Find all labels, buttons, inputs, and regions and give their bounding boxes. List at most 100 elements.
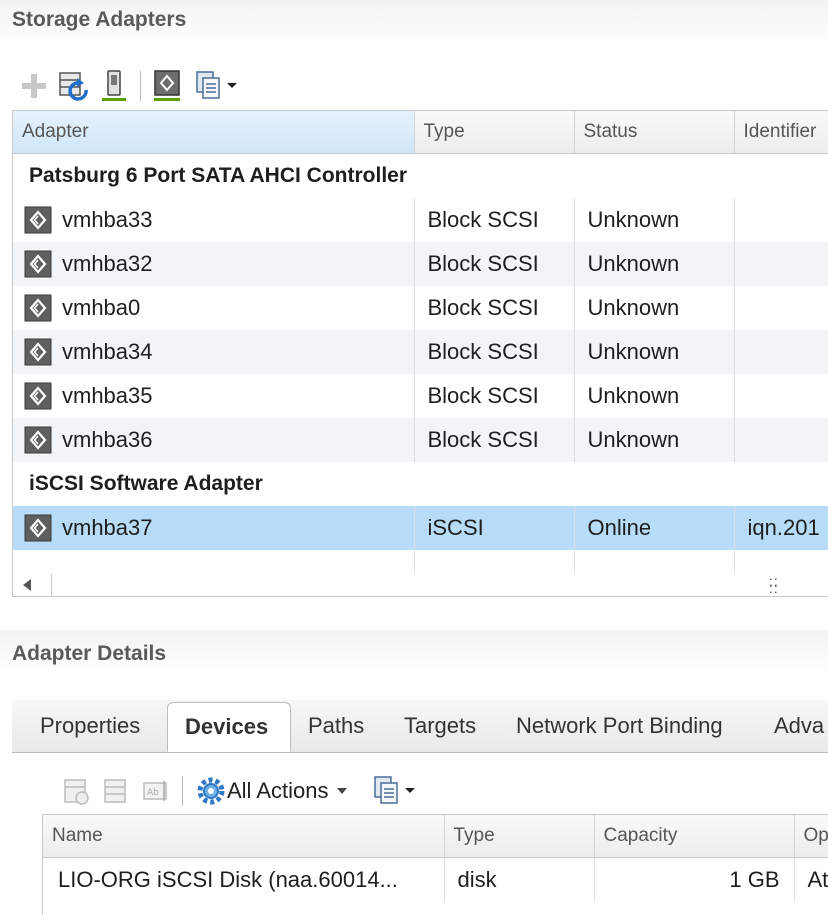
adapter-status: Unknown	[574, 242, 735, 286]
adapter-cell: vmhba33	[13, 198, 415, 242]
adapter-status: Unknown	[574, 418, 735, 462]
scroll-left-arrow-icon[interactable]	[23, 579, 31, 591]
add-icon[interactable]	[14, 66, 54, 106]
device-type: disk	[444, 857, 595, 902]
adapter-group-label: iSCSI Software Adapter	[29, 472, 263, 495]
column-header-status[interactable]: Status	[574, 111, 735, 154]
devices-toolbar: Ab All Actions	[56, 770, 425, 812]
adapter-cell: vmhba37	[13, 506, 415, 550]
adapter-cell-content: vmhba36	[24, 426, 413, 454]
horizontal-scrollbar[interactable]: ::::	[12, 574, 828, 597]
tab-devices[interactable]: Devices	[167, 702, 291, 752]
all-actions-label: All Actions	[227, 778, 329, 803]
adapter-group-label: Patsburg 6 Port SATA AHCI Controller	[29, 164, 408, 187]
device-name: LIO-ORG iSCSI Disk (naa.60014...	[43, 857, 445, 902]
tab-properties[interactable]: Properties	[40, 700, 140, 752]
column-header-adapter[interactable]: Adapter	[13, 111, 415, 154]
adapter-cell-content: vmhba0	[24, 294, 413, 322]
adapter-details-title: Adapter Details	[12, 642, 167, 665]
column-header-name[interactable]: Name	[43, 815, 445, 858]
adapter-identifier	[734, 330, 828, 374]
empty-cell	[13, 550, 415, 572]
empty-cell	[414, 550, 575, 572]
adapter-type: iSCSI	[414, 506, 575, 550]
table-row[interactable]: vmhba35 Block SCSI Unknown	[13, 374, 828, 418]
toolbar-separator	[182, 776, 183, 806]
device-operational-state: At	[794, 857, 828, 902]
adapter-type: Block SCSI	[414, 198, 575, 242]
adapter-details-tabs: Properties Devices Paths Targets Network…	[12, 700, 828, 753]
adapter-identifier	[734, 418, 828, 462]
adapter-name: vmhba0	[62, 295, 141, 320]
adapter-identifier	[734, 242, 828, 286]
table-row[interactable]: vmhba32 Block SCSI Unknown	[13, 242, 828, 286]
attach-device-icon[interactable]	[96, 771, 136, 811]
tab-targets[interactable]: Targets	[404, 700, 476, 752]
adapter-cell: vmhba34	[13, 330, 415, 374]
table-row[interactable]: LIO-ORG iSCSI Disk (naa.60014... disk 1 GB…	[43, 857, 828, 902]
empty-cell	[734, 550, 828, 572]
storage-adapter-icon	[24, 338, 52, 366]
adapter-identifier	[734, 374, 828, 418]
rescan-storage-icon[interactable]	[54, 66, 94, 106]
adapter-type: Block SCSI	[414, 330, 575, 374]
adapter-type: Block SCSI	[414, 286, 575, 330]
all-actions-menu[interactable]: All Actions	[195, 775, 347, 807]
storage-adapters-table: Adapter Type Status Identifier Patsburg …	[12, 110, 828, 576]
adapter-name: vmhba36	[62, 427, 153, 452]
rescan-adapter-icon[interactable]	[94, 66, 134, 106]
export-list-icon[interactable]	[187, 66, 247, 106]
adapter-status: Unknown	[574, 374, 735, 418]
adapter-name: vmhba34	[62, 339, 153, 364]
storage-adapter-icon	[24, 206, 52, 234]
detach-device-icon[interactable]	[56, 771, 96, 811]
adapter-group-row[interactable]: iSCSI Software Adapter	[13, 462, 828, 506]
tab-paths[interactable]: Paths	[308, 700, 364, 752]
adapter-status: Online	[574, 506, 735, 550]
table-row[interactable]: vmhba33 Block SCSI Unknown	[13, 198, 828, 242]
devices-table: Name Type Capacity Op LIO-ORG iSCSI Disk…	[42, 814, 828, 915]
table-row[interactable]: vmhba36 Block SCSI Unknown	[13, 418, 828, 462]
adapter-type: Block SCSI	[414, 418, 575, 462]
adapter-status: Unknown	[574, 286, 735, 330]
column-header-type[interactable]: Type	[414, 111, 575, 154]
adapter-name: vmhba35	[62, 383, 153, 408]
column-header-operational-state[interactable]: Op	[794, 815, 828, 858]
adapter-cell: vmhba32	[13, 242, 415, 286]
table-row[interactable]: vmhba34 Block SCSI Unknown	[13, 330, 828, 374]
table-row[interactable]: vmhba0 Block SCSI Unknown	[13, 286, 828, 330]
chevron-down-icon	[336, 788, 347, 794]
adapter-identifier: iqn.201	[734, 506, 828, 550]
adapter-status: Unknown	[574, 198, 735, 242]
tab-network-port-binding[interactable]: Network Port Binding	[516, 700, 723, 752]
adapter-name: vmhba33	[62, 207, 153, 232]
storage-adapter-icon	[24, 426, 52, 454]
storage-adapters-title: Storage Adapters	[12, 8, 187, 31]
storage-adapter-icon	[24, 514, 52, 542]
toolbar-separator	[140, 71, 141, 101]
adapter-name: vmhba37	[62, 515, 153, 540]
empty-row	[13, 550, 828, 572]
scrollbar-grip-icon[interactable]: ::::	[769, 574, 779, 595]
gear-icon	[197, 777, 225, 805]
adapter-type: Block SCSI	[414, 374, 575, 418]
adapter-group-row[interactable]: Patsburg 6 Port SATA AHCI Controller	[13, 154, 828, 199]
column-header-capacity[interactable]: Capacity	[594, 815, 795, 858]
column-header-type[interactable]: Type	[444, 815, 595, 858]
adapter-settings-icon[interactable]	[147, 66, 187, 106]
column-header-identifier[interactable]: Identifier	[734, 111, 828, 154]
storage-adapters-toolbar	[14, 66, 247, 106]
svg-text:Ab: Ab	[147, 788, 159, 798]
adapter-name: vmhba32	[62, 251, 153, 276]
tab-advanced[interactable]: Adva	[774, 700, 824, 752]
table-row[interactable]: vmhba37 iSCSI Online iqn.201	[13, 506, 828, 550]
adapter-identifier	[734, 198, 828, 242]
rename-device-icon[interactable]: Ab	[136, 771, 176, 811]
adapter-type: Block SCSI	[414, 242, 575, 286]
storage-adapter-icon	[24, 250, 52, 278]
storage-adapter-icon	[24, 294, 52, 322]
scrollbar-track-divider	[51, 574, 52, 596]
export-list-icon[interactable]	[365, 771, 425, 811]
empty-cell	[574, 550, 735, 572]
adapter-cell-content: vmhba33	[24, 206, 413, 234]
